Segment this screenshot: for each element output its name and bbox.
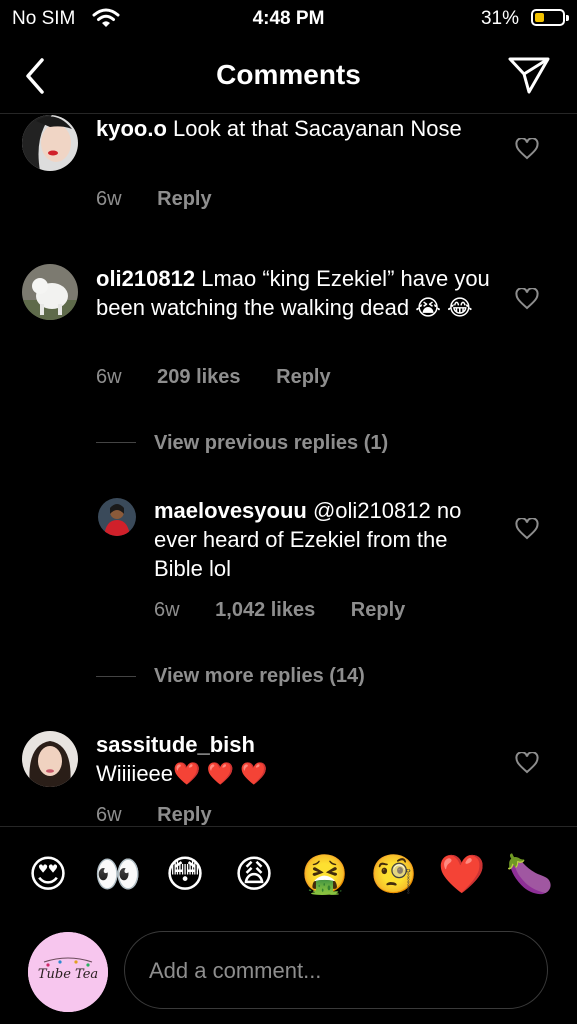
likes-count[interactable]: 209 likes	[157, 366, 240, 388]
monocle-emoji-icon[interactable]: 🧐	[370, 853, 417, 897]
comment-username[interactable]: sassitude_bish	[96, 730, 496, 759]
view-more-replies-button[interactable]: View more replies (14)	[154, 665, 365, 688]
comment-age: 6w	[154, 599, 180, 621]
eggplant-emoji-icon[interactable]: 🍆	[506, 853, 553, 897]
view-previous-replies-button[interactable]: View previous replies (1)	[154, 432, 388, 455]
reply-button[interactable]: Reply	[351, 599, 405, 621]
comment-composer: Tube Tea	[0, 924, 577, 1024]
comment-username[interactable]: kyoo.o	[96, 116, 167, 141]
avatar[interactable]	[98, 498, 136, 536]
comment-username[interactable]: oli210812	[96, 266, 195, 291]
comment-text: oli210812 Lmao “king Ezekiel” have you b…	[96, 264, 496, 322]
thread-divider	[96, 442, 136, 443]
avatar[interactable]	[22, 264, 78, 320]
direct-send-icon[interactable]	[507, 55, 551, 95]
like-heart-icon[interactable]	[515, 287, 539, 310]
battery-percentage: 31%	[480, 8, 519, 29]
like-heart-icon[interactable]	[515, 751, 539, 774]
comment-body: Wiiiieee❤️ ❤️ ❤️	[96, 761, 268, 786]
red-heart-emoji-icon[interactable]: ❤️	[438, 853, 485, 897]
likes-count[interactable]: 1,042 likes	[215, 599, 315, 621]
comment-input[interactable]	[147, 952, 531, 990]
comment-field-container[interactable]	[124, 931, 548, 1009]
avatar[interactable]	[22, 115, 78, 171]
reply-button[interactable]: Reply	[276, 366, 330, 388]
weary-emoji-icon[interactable]: 😩	[232, 853, 276, 897]
comment-meta: 6w Reply	[96, 804, 242, 826]
comment-age: 6w	[96, 188, 122, 210]
avatar[interactable]	[22, 731, 78, 787]
comment-text: kyoo.o Look at that Sacayanan Nose	[96, 114, 496, 143]
reply-button[interactable]: Reply	[157, 188, 211, 210]
status-bar: No SIM 4:48 PM 31%	[0, 0, 577, 38]
comment-meta: 6w 209 likes Reply	[96, 366, 361, 389]
comment-username[interactable]: maelovesyouu	[154, 498, 307, 523]
comment-age: 6w	[96, 366, 122, 388]
comment-meta: 6w 1,042 likes Reply	[154, 599, 435, 622]
current-user-avatar[interactable]: Tube Tea	[28, 932, 108, 1012]
comment-meta: 6w Reply	[96, 188, 242, 211]
reply-button[interactable]: Reply	[157, 804, 211, 826]
comments-list[interactable]: kyoo.o Look at that Sacayanan Nose 6w Re…	[0, 114, 577, 826]
quick-emoji-bar: 😍 👀 😳 😩 🤮 🧐 ❤️ 🍆	[0, 826, 577, 924]
avatar-logo-text: Tube Tea	[38, 967, 98, 982]
heart-eyes-emoji-icon[interactable]: 😍	[26, 853, 70, 897]
comment-body: Look at that Sacayanan Nose	[173, 116, 462, 141]
flushed-emoji-icon[interactable]: 😳	[163, 853, 207, 897]
battery-icon	[531, 9, 569, 26]
vomiting-emoji-icon[interactable]: 🤮	[301, 853, 348, 897]
comment-text: maelovesyouu @oli210812 no ever heard of…	[154, 496, 484, 583]
thread-divider	[96, 676, 136, 677]
page-title: Comments	[216, 59, 361, 90]
like-heart-icon[interactable]	[515, 517, 539, 540]
eyes-emoji-icon[interactable]: 👀	[94, 853, 141, 897]
nav-bar: Comments	[0, 38, 577, 114]
like-heart-icon[interactable]	[515, 137, 539, 160]
comment-text: sassitude_bish Wiiiieee❤️ ❤️ ❤️	[96, 730, 496, 788]
comment-age: 6w	[96, 804, 122, 826]
